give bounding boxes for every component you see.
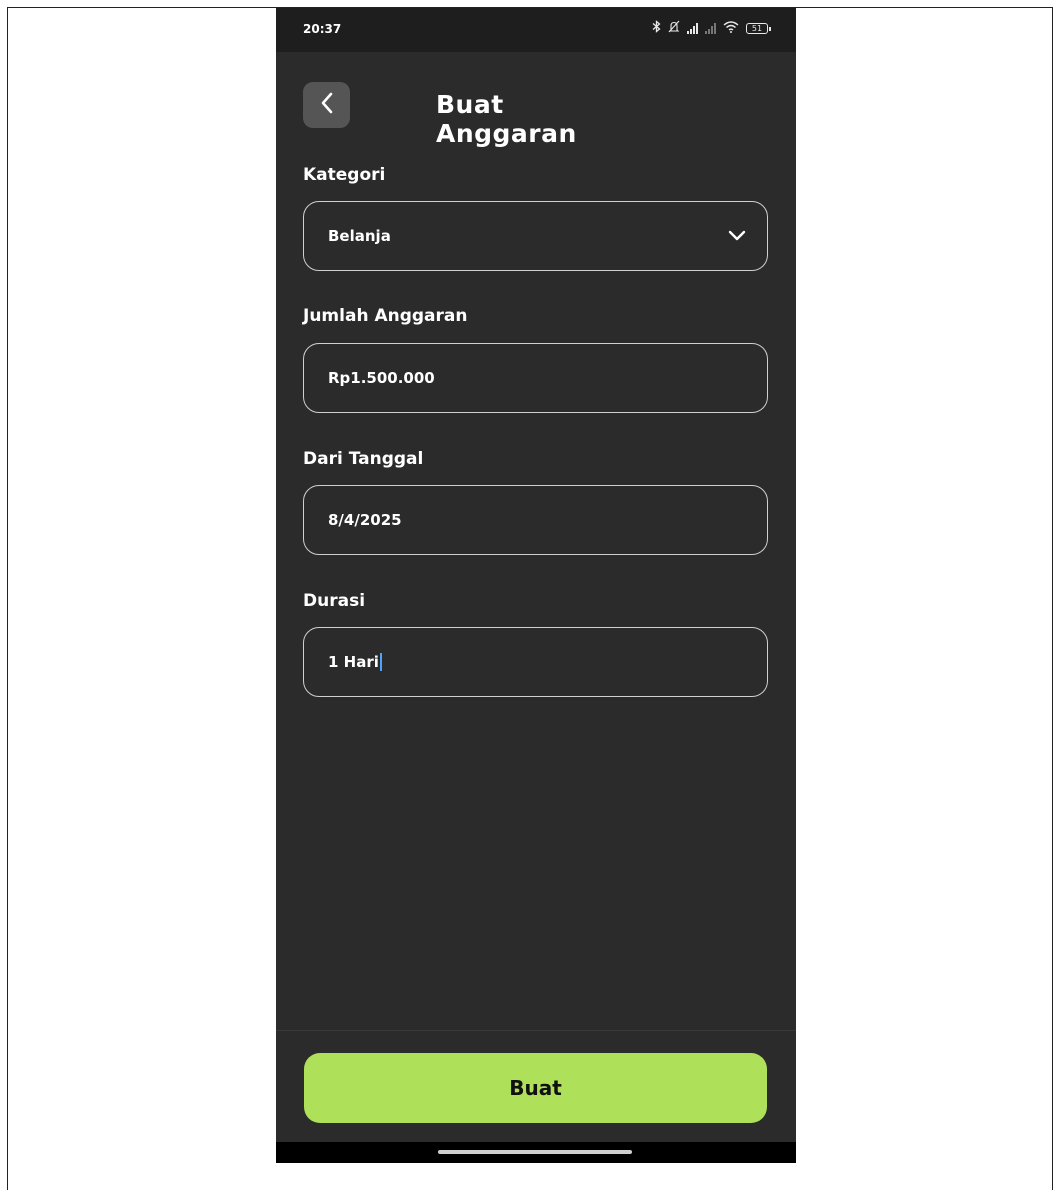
chevron-down-icon bbox=[717, 201, 757, 271]
amount-input[interactable]: Rp1.500.000 bbox=[303, 343, 768, 413]
bluetooth-icon bbox=[652, 20, 661, 36]
category-value: Belanja bbox=[328, 227, 391, 245]
home-indicator[interactable] bbox=[438, 1150, 632, 1154]
amount-label: Jumlah Anggaran bbox=[303, 306, 468, 326]
status-bar: 20:37 51 bbox=[276, 8, 796, 52]
duration-input[interactable]: 1 Hari bbox=[303, 627, 768, 697]
wifi-icon bbox=[723, 20, 739, 36]
category-label: Kategori bbox=[303, 165, 386, 185]
start-date-input[interactable]: 8/4/2025 bbox=[303, 485, 768, 555]
page-title: Buat Anggaran bbox=[436, 90, 577, 148]
signal-icon bbox=[687, 22, 698, 34]
status-time: 20:37 bbox=[303, 22, 342, 36]
text-cursor bbox=[379, 653, 382, 672]
phone-screen: 20:37 51 Buat Anggaran Kategori Belanja … bbox=[276, 8, 796, 1163]
amount-value: Rp1.500.000 bbox=[328, 369, 435, 387]
back-button[interactable] bbox=[303, 82, 350, 128]
duration-value: 1 Hari bbox=[328, 652, 379, 671]
silent-icon bbox=[668, 20, 680, 36]
bottom-action-area: Buat bbox=[276, 1030, 796, 1143]
duration-label: Durasi bbox=[303, 591, 366, 611]
signal-icon bbox=[705, 22, 716, 34]
status-icons: 51 bbox=[652, 20, 771, 36]
chevron-left-icon bbox=[320, 92, 334, 118]
category-select[interactable]: Belanja bbox=[303, 201, 768, 271]
start-date-label: Dari Tanggal bbox=[303, 449, 424, 469]
duration-value-wrap: 1 Hari bbox=[328, 653, 767, 672]
system-nav-bar bbox=[276, 1142, 796, 1163]
header: Buat Anggaran bbox=[276, 52, 796, 152]
battery-icon: 51 bbox=[746, 22, 771, 34]
start-date-value: 8/4/2025 bbox=[328, 511, 402, 529]
create-button[interactable]: Buat bbox=[304, 1053, 767, 1123]
